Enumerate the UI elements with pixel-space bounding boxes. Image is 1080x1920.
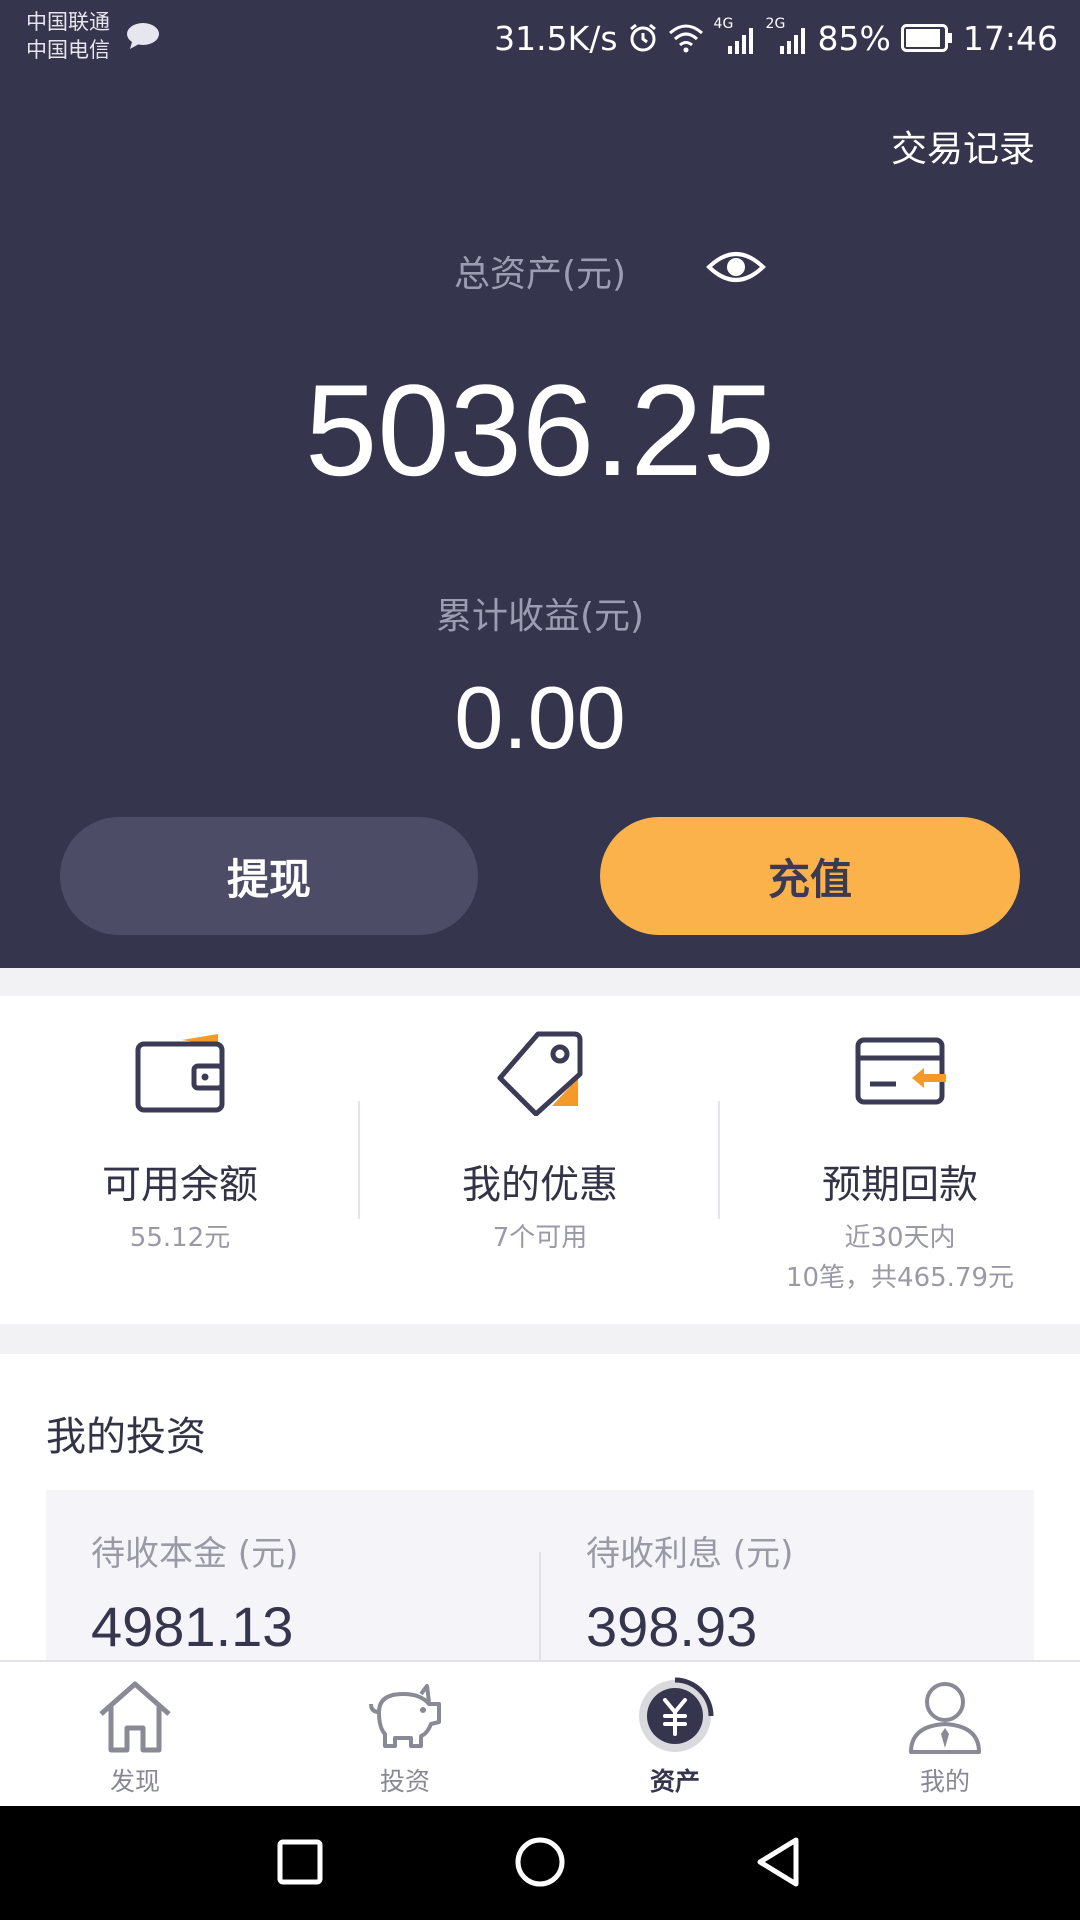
home-icon bbox=[99, 1681, 171, 1753]
tab-label: 投资 bbox=[379, 1767, 430, 1796]
my-coupons-title: 我的优惠 bbox=[461, 1163, 618, 1208]
tab-label: 发现 bbox=[109, 1767, 160, 1796]
battery-icon bbox=[900, 24, 952, 52]
yuan-coin-icon bbox=[639, 1677, 714, 1752]
bottom-tab-bar: 发现 投资 资产 我的 bbox=[0, 1660, 1080, 1806]
signal-bars-icon bbox=[727, 28, 753, 54]
piggy-bank-icon bbox=[369, 1684, 441, 1748]
carrier-2: 中国电信 bbox=[26, 38, 110, 62]
back-triangle-icon[interactable] bbox=[750, 1832, 810, 1892]
pending-interest-value: 398.93 bbox=[586, 1595, 758, 1658]
cumulative-earnings-label: 累计收益(元) bbox=[435, 596, 645, 637]
investment-summary-card[interactable]: 待收本金 (元) 4981.13 待收利息 (元) 398.93 bbox=[46, 1490, 1034, 1660]
tab-invest[interactable]: 投资 bbox=[270, 1662, 540, 1808]
signal-2g: 2G bbox=[766, 16, 808, 56]
tab-discover[interactable]: 发现 bbox=[0, 1662, 270, 1808]
expected-repayment-item[interactable]: 预期回款 近30天内 10笔，共465.79元 bbox=[720, 996, 1080, 1324]
my-investments-section: 我的投资 待收本金 (元) 4981.13 待收利息 (元) 398.93 bbox=[0, 1354, 1080, 1660]
available-balance-title: 可用余额 bbox=[101, 1163, 258, 1208]
transaction-records-link[interactable]: 交易记录 bbox=[891, 120, 1035, 172]
cumulative-earnings-value: 0.00 bbox=[454, 668, 626, 767]
alarm-icon bbox=[629, 23, 656, 52]
chat-notification-icon bbox=[127, 23, 159, 49]
tab-label: 我的 bbox=[919, 1767, 970, 1796]
expected-repayment-title: 预期回款 bbox=[821, 1163, 978, 1208]
wifi-icon bbox=[668, 24, 703, 53]
pending-principal-value: 4981.13 bbox=[91, 1595, 294, 1658]
card-icon bbox=[855, 1037, 946, 1105]
available-balance-item[interactable]: 可用余额 55.12元 bbox=[0, 996, 360, 1324]
tab-me[interactable]: 我的 bbox=[810, 1662, 1080, 1808]
eye-icon[interactable] bbox=[706, 247, 766, 287]
recents-square-icon[interactable] bbox=[270, 1832, 330, 1892]
net-speed: 31.5K/s bbox=[494, 18, 618, 58]
expected-repayment-amount: 10笔，共465.79元 bbox=[785, 1263, 1015, 1293]
my-investments-title: 我的投资 bbox=[46, 1414, 206, 1460]
my-coupons-count: 7个可用 bbox=[492, 1223, 588, 1253]
clock: 17:46 bbox=[962, 18, 1058, 58]
total-assets-value: 5036.25 bbox=[305, 357, 775, 503]
signal-bars-icon bbox=[779, 28, 805, 54]
carrier-names: 中国联通 中国电信 bbox=[26, 8, 110, 64]
wallet-icon bbox=[135, 1034, 225, 1113]
system-navigation-bar bbox=[0, 1806, 1080, 1920]
expected-repayment-period: 近30天内 bbox=[844, 1223, 956, 1253]
tab-assets[interactable]: 资产 bbox=[540, 1662, 810, 1808]
recharge-button[interactable]: 充值 bbox=[600, 817, 1020, 935]
carrier-1: 中国联通 bbox=[26, 10, 110, 34]
my-coupons-item[interactable]: 我的优惠 7个可用 bbox=[360, 996, 720, 1324]
user-icon bbox=[909, 1682, 981, 1754]
tag-icon bbox=[497, 1031, 583, 1116]
available-balance-value: 55.12元 bbox=[129, 1223, 231, 1253]
status-bar: 中国联通 中国电信 31.5K/s 4G 2G 85% 17:46 bbox=[0, 0, 1080, 75]
pending-principal-label: 待收本金 (元) bbox=[91, 1534, 299, 1574]
withdraw-button[interactable]: 提现 bbox=[60, 817, 478, 935]
tab-label: 资产 bbox=[649, 1767, 700, 1796]
quick-access-row: 可用余额 55.12元 我的优惠 7个可用 预期回款 近30天内 10笔，共46… bbox=[0, 996, 1080, 1324]
divider bbox=[539, 1552, 541, 1660]
battery-percent: 85% bbox=[817, 18, 891, 58]
expected-repayment-detail: 近30天内 10笔，共465.79元 bbox=[720, 1218, 1080, 1298]
pending-interest-label: 待收利息 (元) bbox=[586, 1534, 794, 1574]
status-indicators: 31.5K/s 4G 2G 85% 17:46 bbox=[494, 16, 1058, 60]
home-circle-icon[interactable] bbox=[510, 1832, 570, 1892]
total-assets-label: 总资产(元) bbox=[453, 254, 627, 295]
signal-4g: 4G bbox=[714, 16, 756, 56]
asset-summary-panel: 交易记录 总资产(元) 5036.25 累计收益(元) 0.00 提现 充值 bbox=[0, 75, 1080, 968]
